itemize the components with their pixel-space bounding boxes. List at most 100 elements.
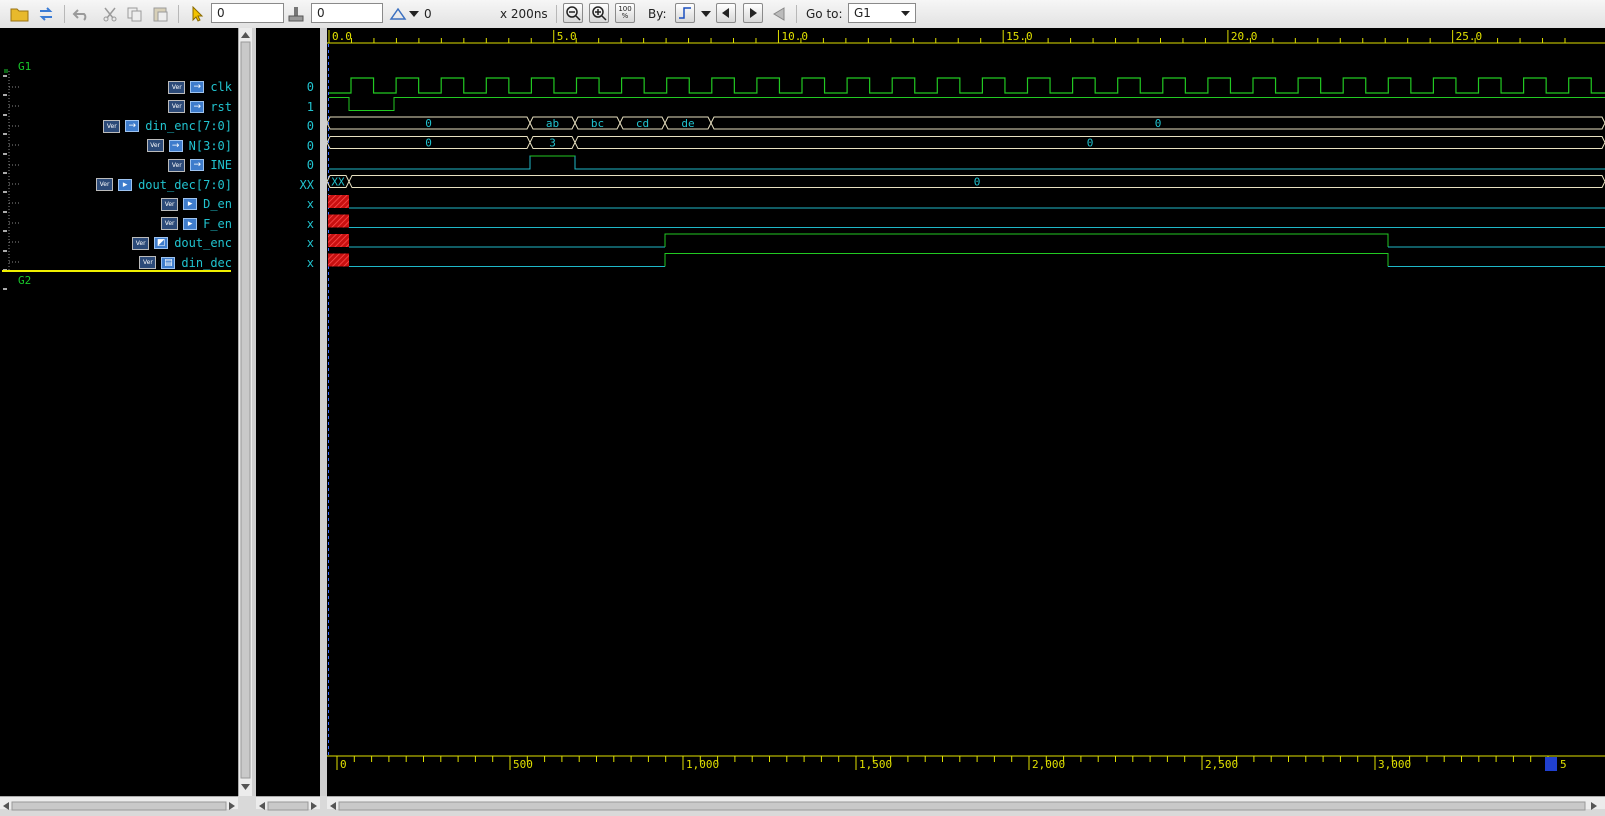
signal-row-INE[interactable]: Ver → INE [168,156,232,174]
by-label: By: [648,7,667,21]
din-enc-value: bc [591,117,604,130]
din-enc-value: 0 [425,117,432,130]
goto-select[interactable]: G1 [848,3,916,23]
verilog-badge-icon: Ver [168,100,186,113]
wire-port-icon: ▤ [161,256,176,269]
waveform-pane[interactable]: 0.0 5.0 10.0 15.0 20.0 25.0 0 500 1,000 1,500 2,00… [327,28,1605,796]
edge-dropdown-icon[interactable] [699,3,713,25]
signal-row-N-3-0[interactable]: Ver → N[3:0] [146,137,232,155]
signal-row-din_enc-7-0[interactable]: Ver → din_enc[7:0] [103,117,232,135]
signal-name: INE [210,158,232,172]
top-ruler-label: 10.0 [781,30,808,43]
waveform-horizontal-scrollbar[interactable] [327,796,1605,811]
undo-icon[interactable] [71,3,93,25]
top-ruler-label: 20.0 [1231,30,1258,43]
marker-icon[interactable] [285,3,307,25]
in-port-icon: → [190,100,205,113]
names-horizontal-scrollbar[interactable] [0,796,238,811]
goto-label: Go to: [806,7,843,21]
top-ruler-label: 25.0 [1456,30,1483,43]
in-port-icon: → [190,159,205,171]
paste-icon[interactable] [150,3,172,25]
signal-values-pane: 0 1 0 0 0 XX x x x x [256,28,320,796]
signal-row-clk[interactable]: Ver → clk [168,78,232,96]
din-enc-value: 0 [1155,117,1162,130]
prev-icon[interactable] [716,3,736,23]
bottom-ruler-label: 2,000 [1032,758,1065,771]
signal-value: XX [299,177,314,192]
verilog-badge-icon: Ver [168,158,186,172]
ine-waveform [329,155,1605,170]
pane-splitter[interactable] [320,28,327,796]
cursor-time-input[interactable]: 0 [211,3,284,23]
signal-value: x [306,236,314,250]
top-ruler-label: 5.0 [557,30,577,43]
clk-waveform [329,77,1605,94]
signal-value: x [306,216,314,231]
group-g1[interactable]: G1 [18,60,31,73]
next-icon[interactable] [743,3,763,23]
verilog-badge-icon: Ver [146,139,164,152]
signal-row-dout_enc[interactable]: Ver ◩ dout_enc [132,234,232,252]
signal-name: N[3:0] [188,138,232,153]
zoom-fit-icon[interactable]: 100 % [615,3,635,23]
top-ruler-label: 0.0 [332,30,352,43]
verilog-badge-icon: Ver [161,217,179,230]
signal-value: 0 [306,119,314,133]
signal-name: rst [210,99,232,114]
bottom-ruler-label: 3,000 [1378,758,1411,771]
out-port-icon: ▸ [183,217,198,230]
zoom-out-icon[interactable] [563,3,583,23]
signal-row-din_dec[interactable]: Ver ▤ din_dec [139,254,232,272]
signal-row-dout_dec-7-0[interactable]: Ver ▸ dout_dec[7:0] [96,176,232,194]
cut-icon[interactable] [99,3,121,25]
trace-high [664,233,1389,247]
delta-value: 0 [424,7,432,21]
values-horizontal-scrollbar[interactable] [256,796,320,811]
trace-high [664,253,1389,267]
signal-names-pane: G1 G2 Ver → clk Ver → rst Ver → din_enc[7:0] Ver →… [0,28,238,796]
n-value: 3 [549,137,556,150]
undefined-hatch [328,195,349,208]
verilog-badge-icon: Ver [96,178,114,191]
signal-name: clk [210,80,232,94]
rst-waveform [329,97,1605,111]
top-ruler-label: 15.0 [1006,30,1033,43]
in-port-icon: → [190,81,205,93]
signal-row-rst[interactable]: Ver → rst [168,98,232,116]
in-port-icon: → [125,120,140,132]
edge-icon[interactable] [675,3,695,23]
group-g2[interactable]: G2 [18,274,31,287]
signal-value: x [306,255,314,270]
zoom-in-icon[interactable] [589,3,609,23]
marker-time-input[interactable]: 0 [311,3,383,23]
din-enc-value: cd [636,117,649,130]
copy-icon[interactable] [124,3,146,25]
bottom-ruler-label: 1,000 [686,758,719,771]
dout-dec-value: XX [331,176,345,189]
bottom-ruler-label: 2,500 [1205,758,1238,771]
delta-icon[interactable] [387,3,409,25]
bottom-ruler-label: 500 [513,758,533,771]
verilog-badge-icon: Ver [103,119,121,133]
signal-row-F_en[interactable]: Ver ▸ F_en [161,215,232,233]
n-value: 0 [1087,137,1094,150]
dout-dec-value: 0 [974,176,981,189]
delta-dropdown-icon[interactable] [407,3,421,25]
reload-icon[interactable] [35,3,57,25]
undefined-hatch [328,234,349,247]
names-vertical-scrollbar[interactable] [238,28,252,796]
goto-back-icon[interactable] [769,3,791,25]
signal-row-D_en[interactable]: Ver ▸ D_en [161,195,232,213]
time-scale-label: x 200ns [500,7,548,21]
out-port-icon: ▸ [183,198,198,210]
end-marker [1545,757,1557,771]
pointer-icon[interactable] [186,3,208,25]
open-folder-icon[interactable] [9,3,31,25]
signal-value: x [306,197,314,211]
in-port-icon: → [168,139,183,152]
waveform-canvas[interactable]: 0.0 5.0 10.0 15.0 20.0 25.00 500 1,000 1,500 2,00… [327,28,1605,796]
signal-name: D_en [203,197,232,211]
reg-port-icon: ◩ [154,237,169,249]
verilog-badge-icon: Ver [132,236,150,250]
